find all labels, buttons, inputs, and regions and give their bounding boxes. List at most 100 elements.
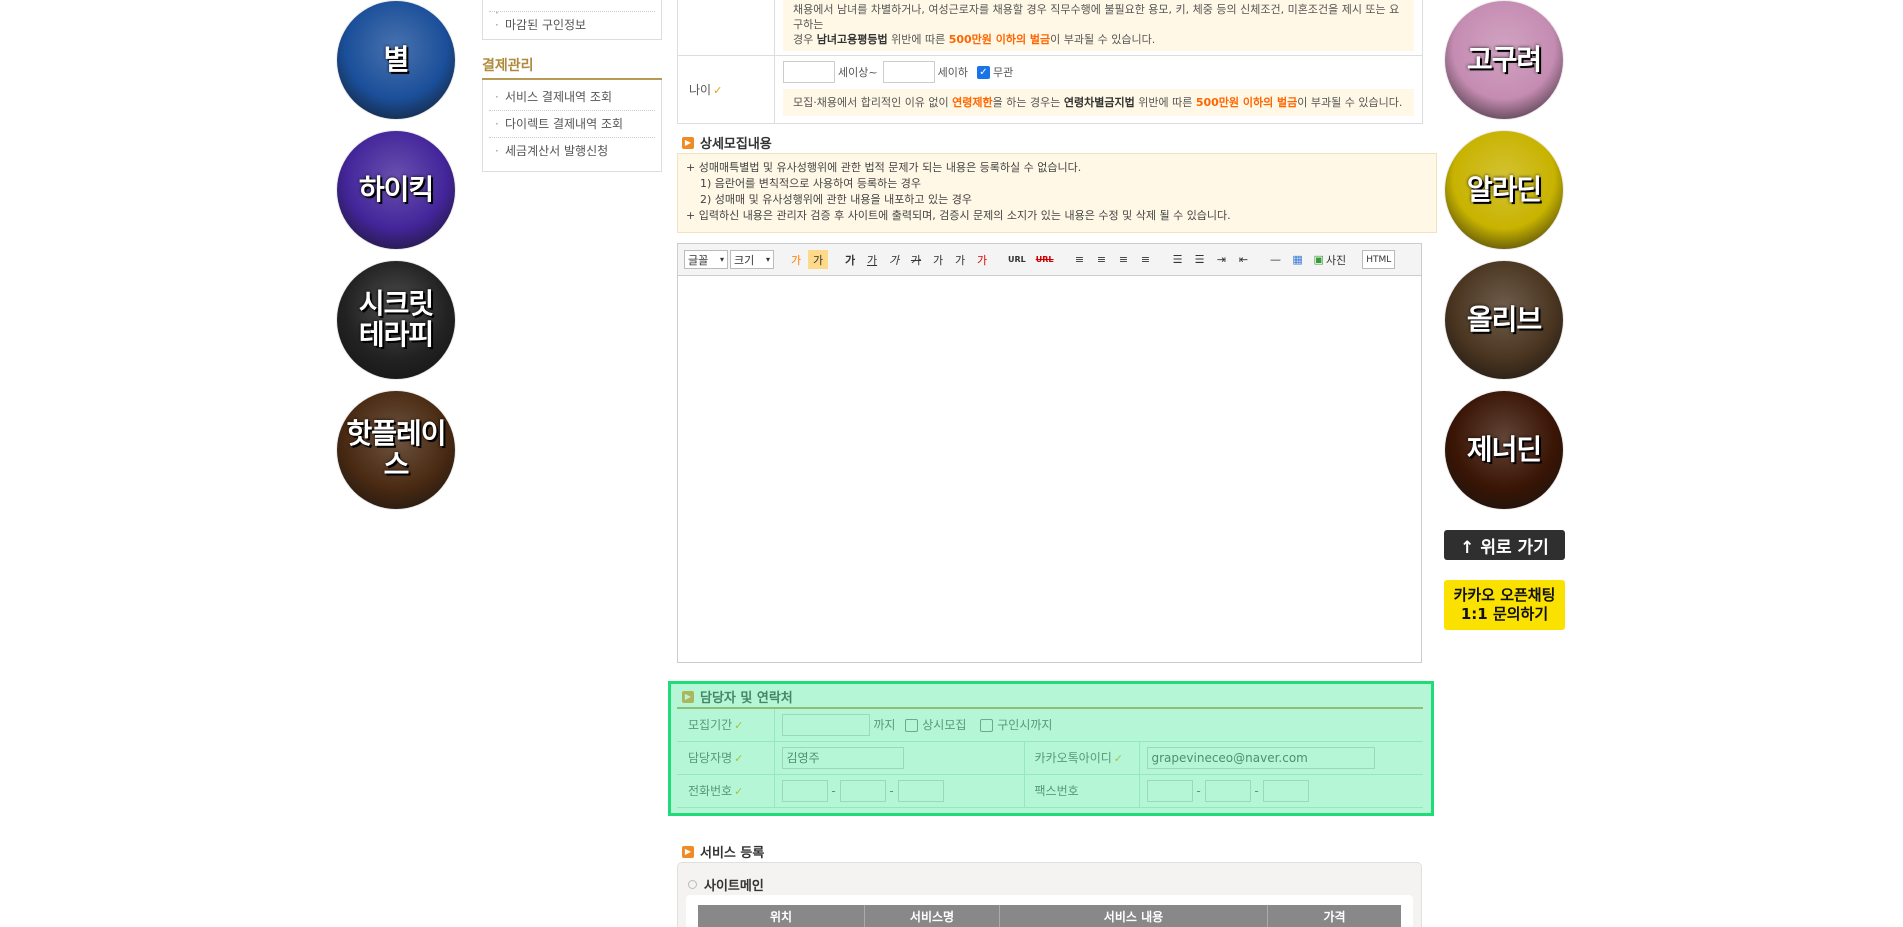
age-min-suffix: 세이상~ xyxy=(838,66,878,79)
gender-warning: 채용에서 남녀를 차별하거나, 여성근로자를 채용할 경우 직무수행에 불필요한… xyxy=(783,0,1414,51)
service-inner: 위치 서비스명 서비스 내용 가격 xyxy=(686,895,1413,927)
ordered-list-icon[interactable]: ☰ xyxy=(1168,250,1188,269)
age-min-input[interactable] xyxy=(783,61,835,83)
menu-item-service-payments[interactable]: 서비스 결제내역 조회 xyxy=(489,84,655,111)
right-banner-1[interactable]: 고구려 xyxy=(1445,1,1563,119)
col-position: 위치 xyxy=(698,905,865,927)
age-nolimit-label: 무관 xyxy=(992,66,1014,79)
section-arrow-icon: ▶ xyxy=(682,845,694,858)
age-max-suffix: 세이하 xyxy=(937,66,968,79)
col-service-name: 서비스명 xyxy=(865,905,1000,927)
scroll-top-button[interactable]: ↑ 위로 가기 xyxy=(1444,530,1565,560)
required-check-icon: ✓ xyxy=(713,84,723,97)
required-check-icon: ✓ xyxy=(1113,752,1123,765)
align-center-icon[interactable]: ≡ xyxy=(1092,250,1112,269)
phone-input-3[interactable] xyxy=(897,779,944,802)
bg-color-button[interactable]: 가 xyxy=(808,250,828,269)
fax-input-3[interactable] xyxy=(1262,779,1309,802)
service-section-title: ▶ 서비스 등록 xyxy=(682,842,764,861)
detail-section-title: ▶ 상세모집내용 xyxy=(682,133,772,152)
size-select[interactable]: 크기 ▾ xyxy=(730,250,774,269)
photo-button[interactable]: ▣ 사진 xyxy=(1310,250,1351,269)
bold-button[interactable]: 가 xyxy=(840,250,860,269)
left-banner-label: 핫플레이스 xyxy=(346,417,446,481)
age-warning: 모집·채용에서 합리적인 이유 없이 연령제한을 하는 경우는 연령차별금지법 … xyxy=(783,89,1414,116)
editor-content-area[interactable] xyxy=(678,277,1421,662)
age-nolimit-checkbox[interactable]: ✓ xyxy=(976,65,990,79)
right-banner-label: 고구려 xyxy=(1466,42,1542,76)
manager-name-input[interactable] xyxy=(781,746,904,769)
editor-toolbar: 글꼴 ▾ 크기 ▾ 가 가 가 가 가 가 가 가 가 URL URL ≡ ≡ ≡ … xyxy=(678,244,1421,276)
left-banner-label: 별 xyxy=(383,42,410,76)
service-table-header: 위치 서비스명 서비스 내용 가격 xyxy=(698,905,1401,927)
service-subtitle: 사이트메인 xyxy=(688,875,764,894)
period-until-text: 까지 xyxy=(873,717,896,732)
menu-item-closed-jobs[interactable]: 마감된 구인정보 xyxy=(489,12,655,39)
right-banner-2[interactable]: 알라딘 xyxy=(1445,131,1563,249)
right-banner-3[interactable]: 올리브 xyxy=(1445,261,1563,379)
left-banner-1[interactable]: 별 xyxy=(337,1,455,119)
left-menu: 마감된 구인정보 결제관리 서비스 결제내역 조회 다이렉트 결제내역 조회 세… xyxy=(482,0,662,172)
until-hired-checkbox[interactable] xyxy=(980,718,994,732)
menu-section-title: 결제관리 xyxy=(482,54,662,80)
manager-label: 담당자명 ✓ xyxy=(677,741,775,775)
menu-item-tax-invoice[interactable]: 세금계산서 발행신청 xyxy=(489,138,655,165)
rich-text-editor: 글꼴 ▾ 크기 ▾ 가 가 가 가 가 가 가 가 가 URL URL ≡ ≡ ≡ … xyxy=(677,243,1422,663)
kakao-openchat-button[interactable]: 카카오 오픈채팅 1:1 문의하기 xyxy=(1444,580,1565,630)
kakao-id-input[interactable] xyxy=(1146,746,1375,769)
unlink-button[interactable]: URL xyxy=(1032,250,1058,269)
fax-input-2[interactable] xyxy=(1204,779,1251,802)
menu-item-cut xyxy=(489,0,655,26)
left-banner-2[interactable]: 하이킥 xyxy=(337,131,455,249)
html-mode-button[interactable]: HTML xyxy=(1362,250,1396,269)
until-hired-label: 구인시까지 xyxy=(997,717,1053,732)
detail-notice: + 성매매특별법 및 유사성행위에 관한 법적 문제가 되는 내용은 등록하실 … xyxy=(677,153,1437,233)
gender-label-cell xyxy=(677,0,775,56)
left-banner-3[interactable]: 시크릿 테라피 xyxy=(337,261,455,379)
align-justify-icon[interactable]: ≡ xyxy=(1136,250,1156,269)
required-check-icon: ✓ xyxy=(734,785,744,798)
font-color-button[interactable]: 가 xyxy=(786,250,806,269)
menu-item-direct-payments[interactable]: 다이렉트 결제내역 조회 xyxy=(489,111,655,138)
col-service-desc: 서비스 내용 xyxy=(1000,905,1268,927)
phone-label: 전화번호 ✓ xyxy=(677,774,775,808)
contact-table: 모집기간✓ 까지 상시모집 구인시까지 담당자명✓ 카카오톡아이디✓ 전화번호✓… xyxy=(677,707,1423,808)
align-right-icon[interactable]: ≡ xyxy=(1114,250,1134,269)
col-price: 가격 xyxy=(1323,909,1346,924)
link-button[interactable]: URL xyxy=(1004,250,1030,269)
photo-icon: ▣ xyxy=(1313,253,1324,266)
strike-button[interactable]: 가 xyxy=(906,250,926,269)
service-box: 사이트메인 위치 서비스명 서비스 내용 가격 xyxy=(677,862,1422,927)
section-arrow-icon: ▶ xyxy=(682,136,694,149)
age-max-input[interactable] xyxy=(882,61,935,83)
italic-button[interactable]: 가 xyxy=(884,250,904,269)
contact-section-title: ▶ 담당자 및 연락처 xyxy=(682,687,793,706)
right-banner-label: 제너딘 xyxy=(1466,432,1542,466)
indent-icon[interactable]: ⇥ xyxy=(1212,250,1232,269)
align-left-icon[interactable]: ≡ xyxy=(1070,250,1090,269)
required-check-icon: ✓ xyxy=(734,752,744,765)
left-banner-4[interactable]: 핫플레이스 xyxy=(337,391,455,509)
phone-input-2[interactable] xyxy=(839,779,886,802)
required-check-icon: ✓ xyxy=(734,719,744,733)
section-arrow-icon: ▶ xyxy=(682,690,694,703)
left-banner-label: 시크릿 테라피 xyxy=(358,287,434,351)
outdent-icon[interactable]: ⇤ xyxy=(1234,250,1254,269)
always-checkbox[interactable] xyxy=(905,718,919,732)
kakao-id-label: 카카오톡아이디 ✓ xyxy=(1023,741,1140,775)
fax-input-1[interactable] xyxy=(1146,779,1193,802)
superscript-button[interactable]: 가 xyxy=(928,250,948,269)
hr-icon[interactable]: — xyxy=(1266,250,1286,269)
font-select[interactable]: 글꼴 ▾ xyxy=(684,250,728,269)
age-label: 나이 ✓ xyxy=(677,55,775,124)
right-banner-4[interactable]: 제너딘 xyxy=(1445,391,1563,509)
period-input[interactable] xyxy=(781,713,870,736)
fax-label: 팩스번호 xyxy=(1023,774,1140,808)
table-icon[interactable]: ▦ xyxy=(1288,250,1308,269)
clear-format-button[interactable]: 가 xyxy=(972,250,992,269)
unordered-list-icon[interactable]: ☰ xyxy=(1190,250,1210,269)
phone-input-1[interactable] xyxy=(781,779,828,802)
right-banner-label: 올리브 xyxy=(1466,302,1542,336)
underline-button[interactable]: 가 xyxy=(862,250,882,269)
subscript-button[interactable]: 가 xyxy=(950,250,970,269)
